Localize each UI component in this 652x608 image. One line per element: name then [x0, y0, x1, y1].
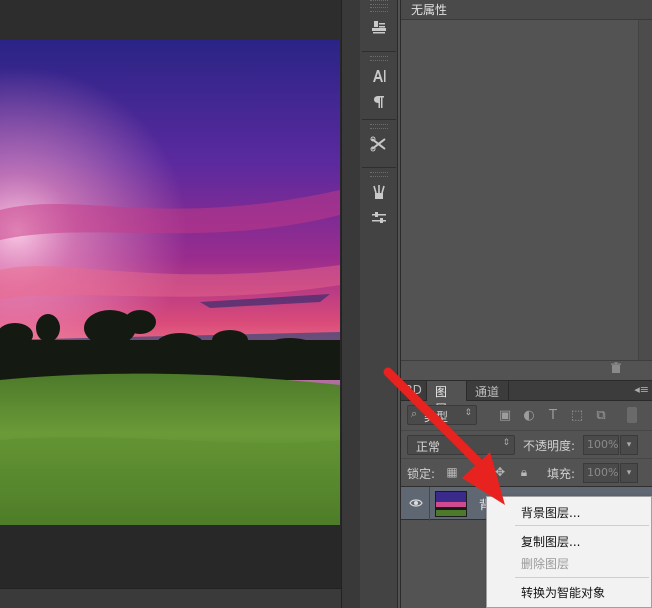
properties-panel: 无属性 — [400, 0, 652, 378]
character-icon[interactable] — [362, 63, 396, 89]
blend-mode-label: 正常 — [416, 440, 441, 454]
layer-context-menu: 背景图层... 复制图层... 删除图层 转换为智能对象 — [486, 496, 652, 608]
filter-kind-select[interactable]: ⌕ 类型 ⇕ — [407, 405, 477, 425]
tools-icon[interactable] — [362, 131, 396, 157]
lock-transparency-icon[interactable]: ▦ — [445, 465, 459, 479]
grip-handle[interactable] — [370, 7, 388, 12]
sliders-icon[interactable] — [362, 205, 396, 231]
properties-title: 无属性 — [411, 3, 448, 17]
tab-layers[interactable]: 图层 — [427, 381, 467, 416]
paragraph-icon[interactable] — [362, 89, 396, 115]
shape-filter-icon[interactable]: ⬚ — [569, 408, 585, 424]
menu-item-convert-smart-object[interactable]: 转换为智能对象 — [521, 584, 605, 601]
panel-icon-strip — [360, 0, 398, 608]
layer-filter-row: ⌕ 类型 ⇕ ▣ ◐ T ⬚ ⧉ — [401, 402, 652, 430]
eye-divider — [429, 487, 430, 521]
grip-handle[interactable] — [370, 124, 388, 129]
menu-item-background-layer[interactable]: 背景图层... — [521, 504, 580, 521]
brush-presets-icon[interactable] — [362, 179, 396, 205]
fill-field[interactable]: 100% — [583, 463, 619, 483]
tool-group-clone — [362, 0, 396, 52]
properties-header: 无属性 — [401, 0, 652, 20]
smart-object-filter-icon[interactable]: ⧉ — [593, 408, 609, 424]
menu-separator — [515, 525, 649, 526]
adjustment-filter-icon[interactable]: ◐ — [521, 408, 537, 424]
panel-menu-icon[interactable]: ◂≡ — [634, 383, 649, 396]
tab-3d[interactable]: 3D — [401, 381, 427, 401]
lock-pixels-icon[interactable]: ✎ — [469, 465, 483, 479]
tool-group-text — [362, 54, 396, 120]
search-icon: ⌕ — [411, 407, 418, 420]
menu-separator — [515, 577, 649, 578]
layers-panel-tabs: 3D 图层 通道 ◂≡ — [401, 381, 652, 416]
filter-toggle[interactable] — [627, 407, 637, 423]
grip-handle[interactable] — [370, 172, 388, 177]
grip-handle[interactable] — [370, 0, 388, 5]
updown-icon: ⇕ — [502, 438, 510, 448]
grip-handle[interactable] — [370, 56, 388, 61]
eye-icon[interactable] — [409, 497, 423, 511]
landscape-photo — [0, 40, 340, 525]
lock-label: 锁定: — [407, 467, 436, 481]
layer-thumbnail — [435, 491, 467, 517]
type-filter-icon[interactable]: T — [545, 408, 561, 424]
filter-kind-label: 类型 — [424, 410, 449, 424]
tab-channels[interactable]: 通道 — [467, 381, 509, 401]
updown-icon: ⇕ — [464, 408, 472, 418]
lock-icons: ▦ ✎ ✥ 🔒︎ — [445, 465, 531, 479]
canvas-vertical-scrollbar[interactable] — [341, 0, 360, 608]
document-canvas-area — [0, 0, 360, 608]
menu-item-delete-layer[interactable]: 删除图层 — [521, 555, 569, 572]
opacity-dropdown-button[interactable]: ▾ — [620, 435, 638, 455]
canvas-top-pasteboard — [0, 0, 360, 40]
properties-scrollbar[interactable] — [638, 20, 652, 360]
stamp-icon[interactable] — [362, 14, 396, 40]
canvas-image[interactable] — [0, 40, 340, 525]
filter-icons: ▣ ◐ T ⬚ ⧉ — [497, 408, 609, 424]
tool-group-brush — [362, 170, 396, 232]
photoshop-window: 无属性 3D 图层 通道 ◂≡ ⌕ 类型 ⇕ ▣ ◐ T ⬚ — [0, 0, 652, 608]
lock-all-icon[interactable]: 🔒︎ — [517, 465, 531, 479]
trash-icon[interactable] — [609, 362, 623, 376]
properties-footer — [401, 360, 652, 378]
menu-item-duplicate-layer[interactable]: 复制图层... — [521, 533, 580, 550]
opacity-label: 不透明度: — [523, 439, 576, 453]
opacity-field[interactable]: 100% — [583, 435, 619, 455]
blend-row: 正常 ⇕ 不透明度: 100% ▾ — [401, 430, 652, 458]
lock-row: 锁定: ▦ ✎ ✥ 🔒︎ 填充: 100% ▾ — [401, 458, 652, 486]
blend-mode-select[interactable]: 正常 ⇕ — [407, 435, 515, 455]
fill-dropdown-button[interactable]: ▾ — [620, 463, 638, 483]
image-filter-icon[interactable]: ▣ — [497, 408, 513, 424]
tool-group-tools — [362, 122, 396, 168]
canvas-horizontal-scrollbar[interactable] — [0, 588, 341, 608]
lock-position-icon[interactable]: ✥ — [493, 465, 507, 479]
fill-label: 填充: — [547, 467, 576, 481]
